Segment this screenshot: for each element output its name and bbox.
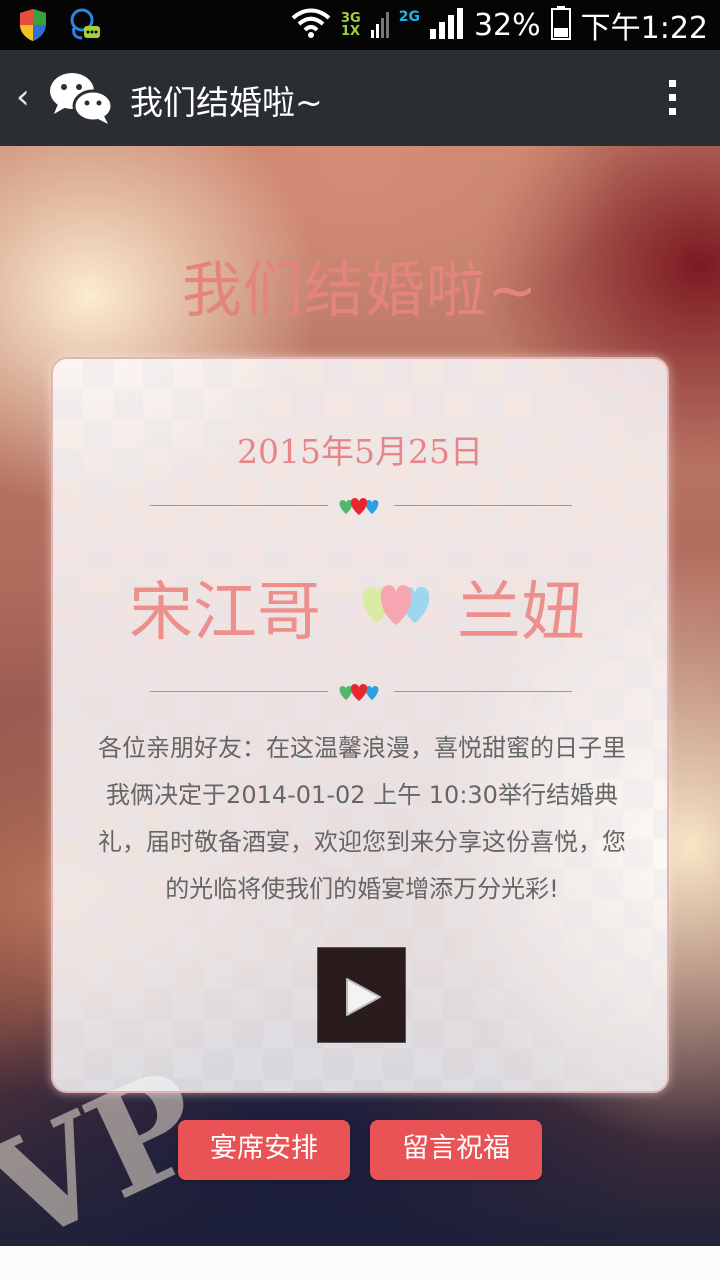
bride-name: 兰妞	[457, 576, 585, 650]
signal-2-icon	[429, 7, 464, 43]
play-button[interactable]	[317, 947, 406, 1043]
invitation-message: 各位亲朋好友：在这温馨浪漫，喜悦甜蜜的日子里我俩决定于2014-01-02 上午…	[98, 734, 626, 903]
couple-names: 宋江哥 兰妞	[53, 561, 667, 650]
status-bar: 3G 1X 2G 32% 下午1:22	[0, 0, 720, 50]
clock: 下午1:22	[580, 11, 708, 46]
hearts-divider-icon	[336, 682, 386, 702]
qq-icon	[68, 8, 102, 46]
play-icon	[346, 978, 381, 1016]
shield-icon	[18, 8, 48, 46]
battery-percent: 32%	[473, 7, 541, 43]
invitation-page: VP 我们结婚啦~ 2015年5月25日 宋江哥 兰妞 各位亲朋好友：在这温馨浪…	[0, 146, 720, 1246]
status-left	[18, 8, 102, 46]
divider-top	[150, 496, 572, 516]
wifi-icon	[291, 8, 331, 42]
action-bar-title: 我们结婚啦~	[130, 83, 323, 122]
hearts-divider-icon	[336, 496, 386, 516]
divider-bottom	[150, 682, 572, 702]
hero-title: 我们结婚啦~	[181, 256, 539, 326]
net-1x-label: 1X	[340, 24, 361, 39]
back-arrow-icon[interactable]: ‹	[16, 80, 30, 114]
banquet-arrangement-button[interactable]: 宴席安排	[178, 1120, 350, 1180]
couple-hearts-icon	[357, 579, 437, 629]
action-buttons: 宴席安排 留言祝福	[0, 1120, 720, 1180]
net-2g-label: 2G	[398, 9, 420, 25]
bottom-strip	[0, 1246, 720, 1280]
groom-name: 宋江哥	[129, 576, 321, 650]
signal-icon	[370, 8, 389, 42]
invitation-card: 2015年5月25日 宋江哥 兰妞 各位亲朋好友：在这温馨浪漫，喜悦甜蜜的日子里…	[51, 357, 669, 1093]
network-labels: 3G 1X	[341, 12, 361, 38]
action-bar: ‹ 我们结婚啦~	[0, 50, 720, 146]
wedding-date: 2015年5月25日	[237, 432, 483, 471]
leave-blessing-button[interactable]: 留言祝福	[370, 1120, 542, 1180]
wechat-icon	[48, 70, 114, 126]
overflow-menu-icon[interactable]	[664, 80, 680, 120]
battery-icon	[550, 6, 571, 44]
status-right: 3G 1X 2G 32% 下午1:22	[291, 6, 708, 46]
